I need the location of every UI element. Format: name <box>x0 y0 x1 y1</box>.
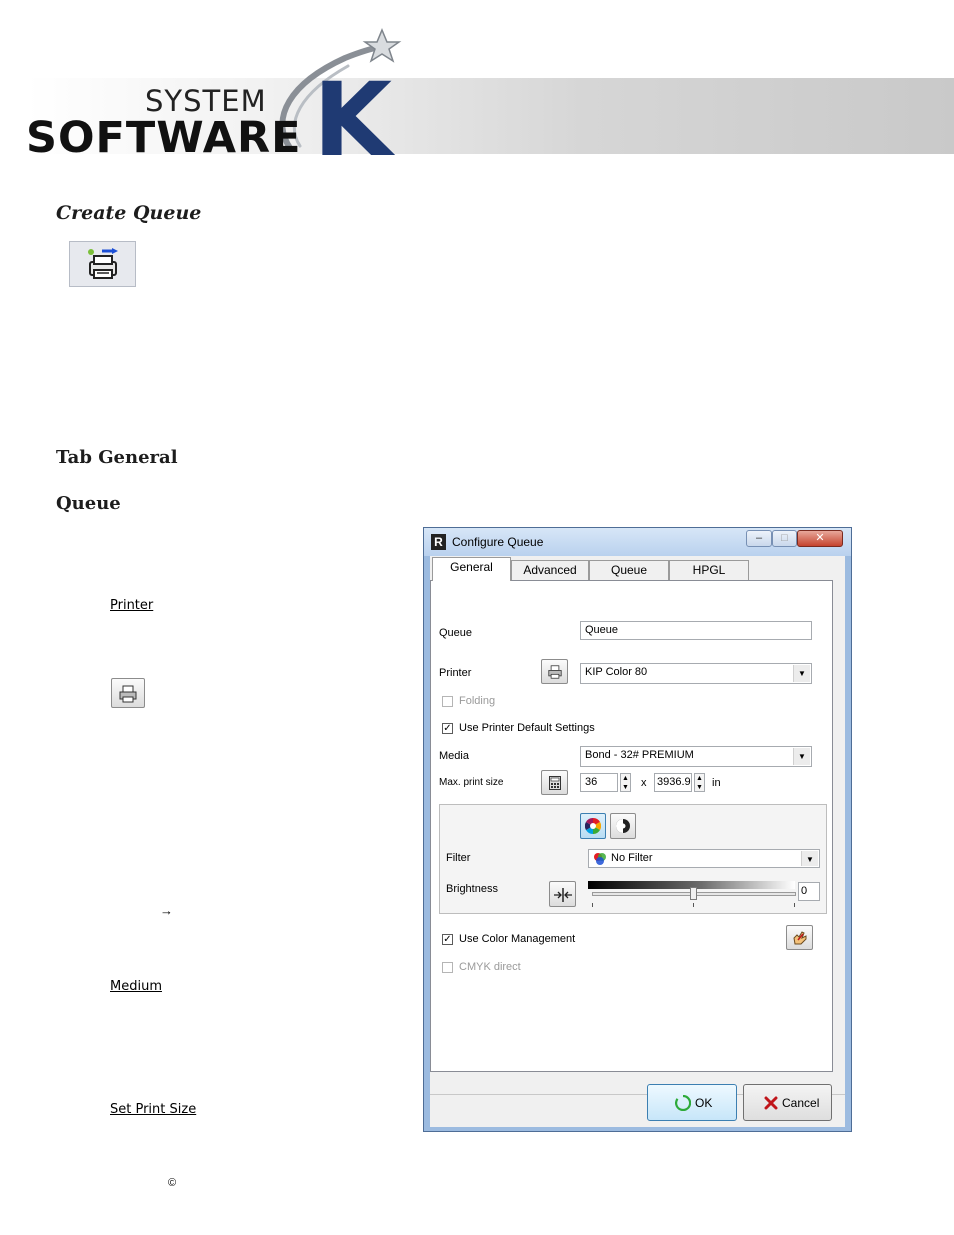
width-input[interactable]: 36 <box>580 773 618 792</box>
filter-select-value: No Filter <box>611 852 653 864</box>
folding-checkbox[interactable] <box>442 696 453 707</box>
filter-select[interactable]: No Filter ▼ <box>588 849 820 868</box>
create-queue-button[interactable] <box>69 241 136 287</box>
queue-label: Queue <box>439 627 473 639</box>
arrow-glyph: → <box>160 903 173 918</box>
grayscale-mode-button[interactable] <box>610 813 636 839</box>
print-size-calculator-button[interactable] <box>541 770 568 795</box>
cancel-button[interactable]: Cancel <box>743 1084 832 1121</box>
tab-general[interactable]: General <box>432 557 511 581</box>
heading-create-queue: Create Queue <box>56 202 202 224</box>
brightness-value-input[interactable]: 0 <box>798 882 820 901</box>
cancel-label: Cancel <box>782 1096 820 1110</box>
tab-page-general: Queue Queue Printer KIP Color 80 ▼ Foldi… <box>430 580 833 1072</box>
ok-button[interactable]: OK <box>647 1084 737 1121</box>
slider-tick <box>794 903 795 907</box>
label-printer: Printer <box>110 598 154 613</box>
minimize-button[interactable]: – <box>746 530 772 547</box>
cmyk-direct-checkbox[interactable] <box>442 962 453 973</box>
tab-queue[interactable]: Queue <box>589 560 669 580</box>
printer-label: Printer <box>439 667 472 679</box>
ok-label: OK <box>695 1096 713 1110</box>
hand-icon <box>792 931 806 945</box>
color-filter-icon <box>594 853 606 865</box>
color-settings-group: Filter No Filter ▼ Brightness 0 <box>439 804 827 914</box>
media-select[interactable]: Bond - 32# PREMIUM ▼ <box>580 746 812 767</box>
brightness-label: Brightness <box>446 883 498 895</box>
printer-properties-button[interactable] <box>541 659 568 684</box>
close-button[interactable]: ✕ <box>797 530 843 547</box>
color-mode-button[interactable] <box>580 813 606 839</box>
printer-icon <box>547 665 562 679</box>
grayscale-icon <box>616 819 630 833</box>
logo-software-text: SOFTWARE <box>26 113 302 163</box>
height-spinner[interactable]: ▲ ▼ <box>694 773 705 792</box>
color-wheel-icon <box>584 817 602 835</box>
logo-k-letter: K <box>313 61 393 180</box>
tab-advanced[interactable]: Advanced <box>511 560 589 580</box>
chevron-down-icon: ▼ <box>801 851 818 866</box>
printer-icon <box>119 685 137 703</box>
max-print-size-label: Max. print size <box>439 777 504 788</box>
cancel-x-icon <box>764 1096 778 1110</box>
ok-icon <box>675 1095 691 1111</box>
app-icon: R <box>431 534 446 550</box>
chevron-down-icon: ▼ <box>793 665 810 682</box>
use-printer-default-checkbox[interactable]: ✓ <box>442 723 453 734</box>
center-align-icon <box>553 888 572 902</box>
brightness-slider-thumb[interactable] <box>690 887 697 900</box>
create-queue-icon <box>88 248 118 279</box>
cmyk-direct-label: CMYK direct <box>459 961 521 973</box>
slider-tick <box>592 903 593 907</box>
brightness-reset-button[interactable] <box>549 881 576 907</box>
queue-name-input[interactable]: Queue <box>580 621 812 640</box>
times-sign: x <box>641 777 647 789</box>
printer-select-value: KIP Color 80 <box>585 666 648 678</box>
label-medium: Medium <box>110 979 162 994</box>
tab-hpgl[interactable]: HPGL <box>669 560 749 580</box>
footer-copyright: © <box>168 1177 177 1189</box>
dialog-client-area: General Advanced Queue HPGL Queue Queue … <box>430 556 845 1127</box>
folding-label: Folding <box>459 695 496 707</box>
filter-label: Filter <box>446 852 471 864</box>
width-spinner[interactable]: ▲ ▼ <box>620 773 631 792</box>
use-printer-default-label: Use Printer Default Settings <box>459 722 595 734</box>
slider-tick <box>693 903 694 907</box>
heading-queue: Queue <box>56 493 121 514</box>
label-set-print-size: Set Print Size <box>110 1102 197 1117</box>
chevron-down-icon: ▼ <box>793 748 810 765</box>
use-color-management-label: Use Color Management <box>459 933 576 945</box>
configure-queue-dialog: R Configure Queue – □ ✕ General Advanced… <box>423 527 852 1132</box>
media-select-value: Bond - 32# PREMIUM <box>585 749 694 761</box>
media-label: Media <box>439 750 469 762</box>
maximize-button[interactable]: □ <box>772 530 797 547</box>
use-color-management-checkbox[interactable]: ✓ <box>442 934 453 945</box>
color-management-settings-button[interactable] <box>786 925 813 950</box>
heading-tab-general: Tab General <box>56 447 178 468</box>
unit-label: in <box>712 777 721 789</box>
dialog-title: Configure Queue <box>452 535 544 549</box>
printer-select[interactable]: KIP Color 80 ▼ <box>580 663 812 684</box>
calculator-icon <box>548 776 561 790</box>
height-input[interactable]: 3936.9 <box>654 773 692 792</box>
printer-settings-button[interactable] <box>111 678 145 708</box>
